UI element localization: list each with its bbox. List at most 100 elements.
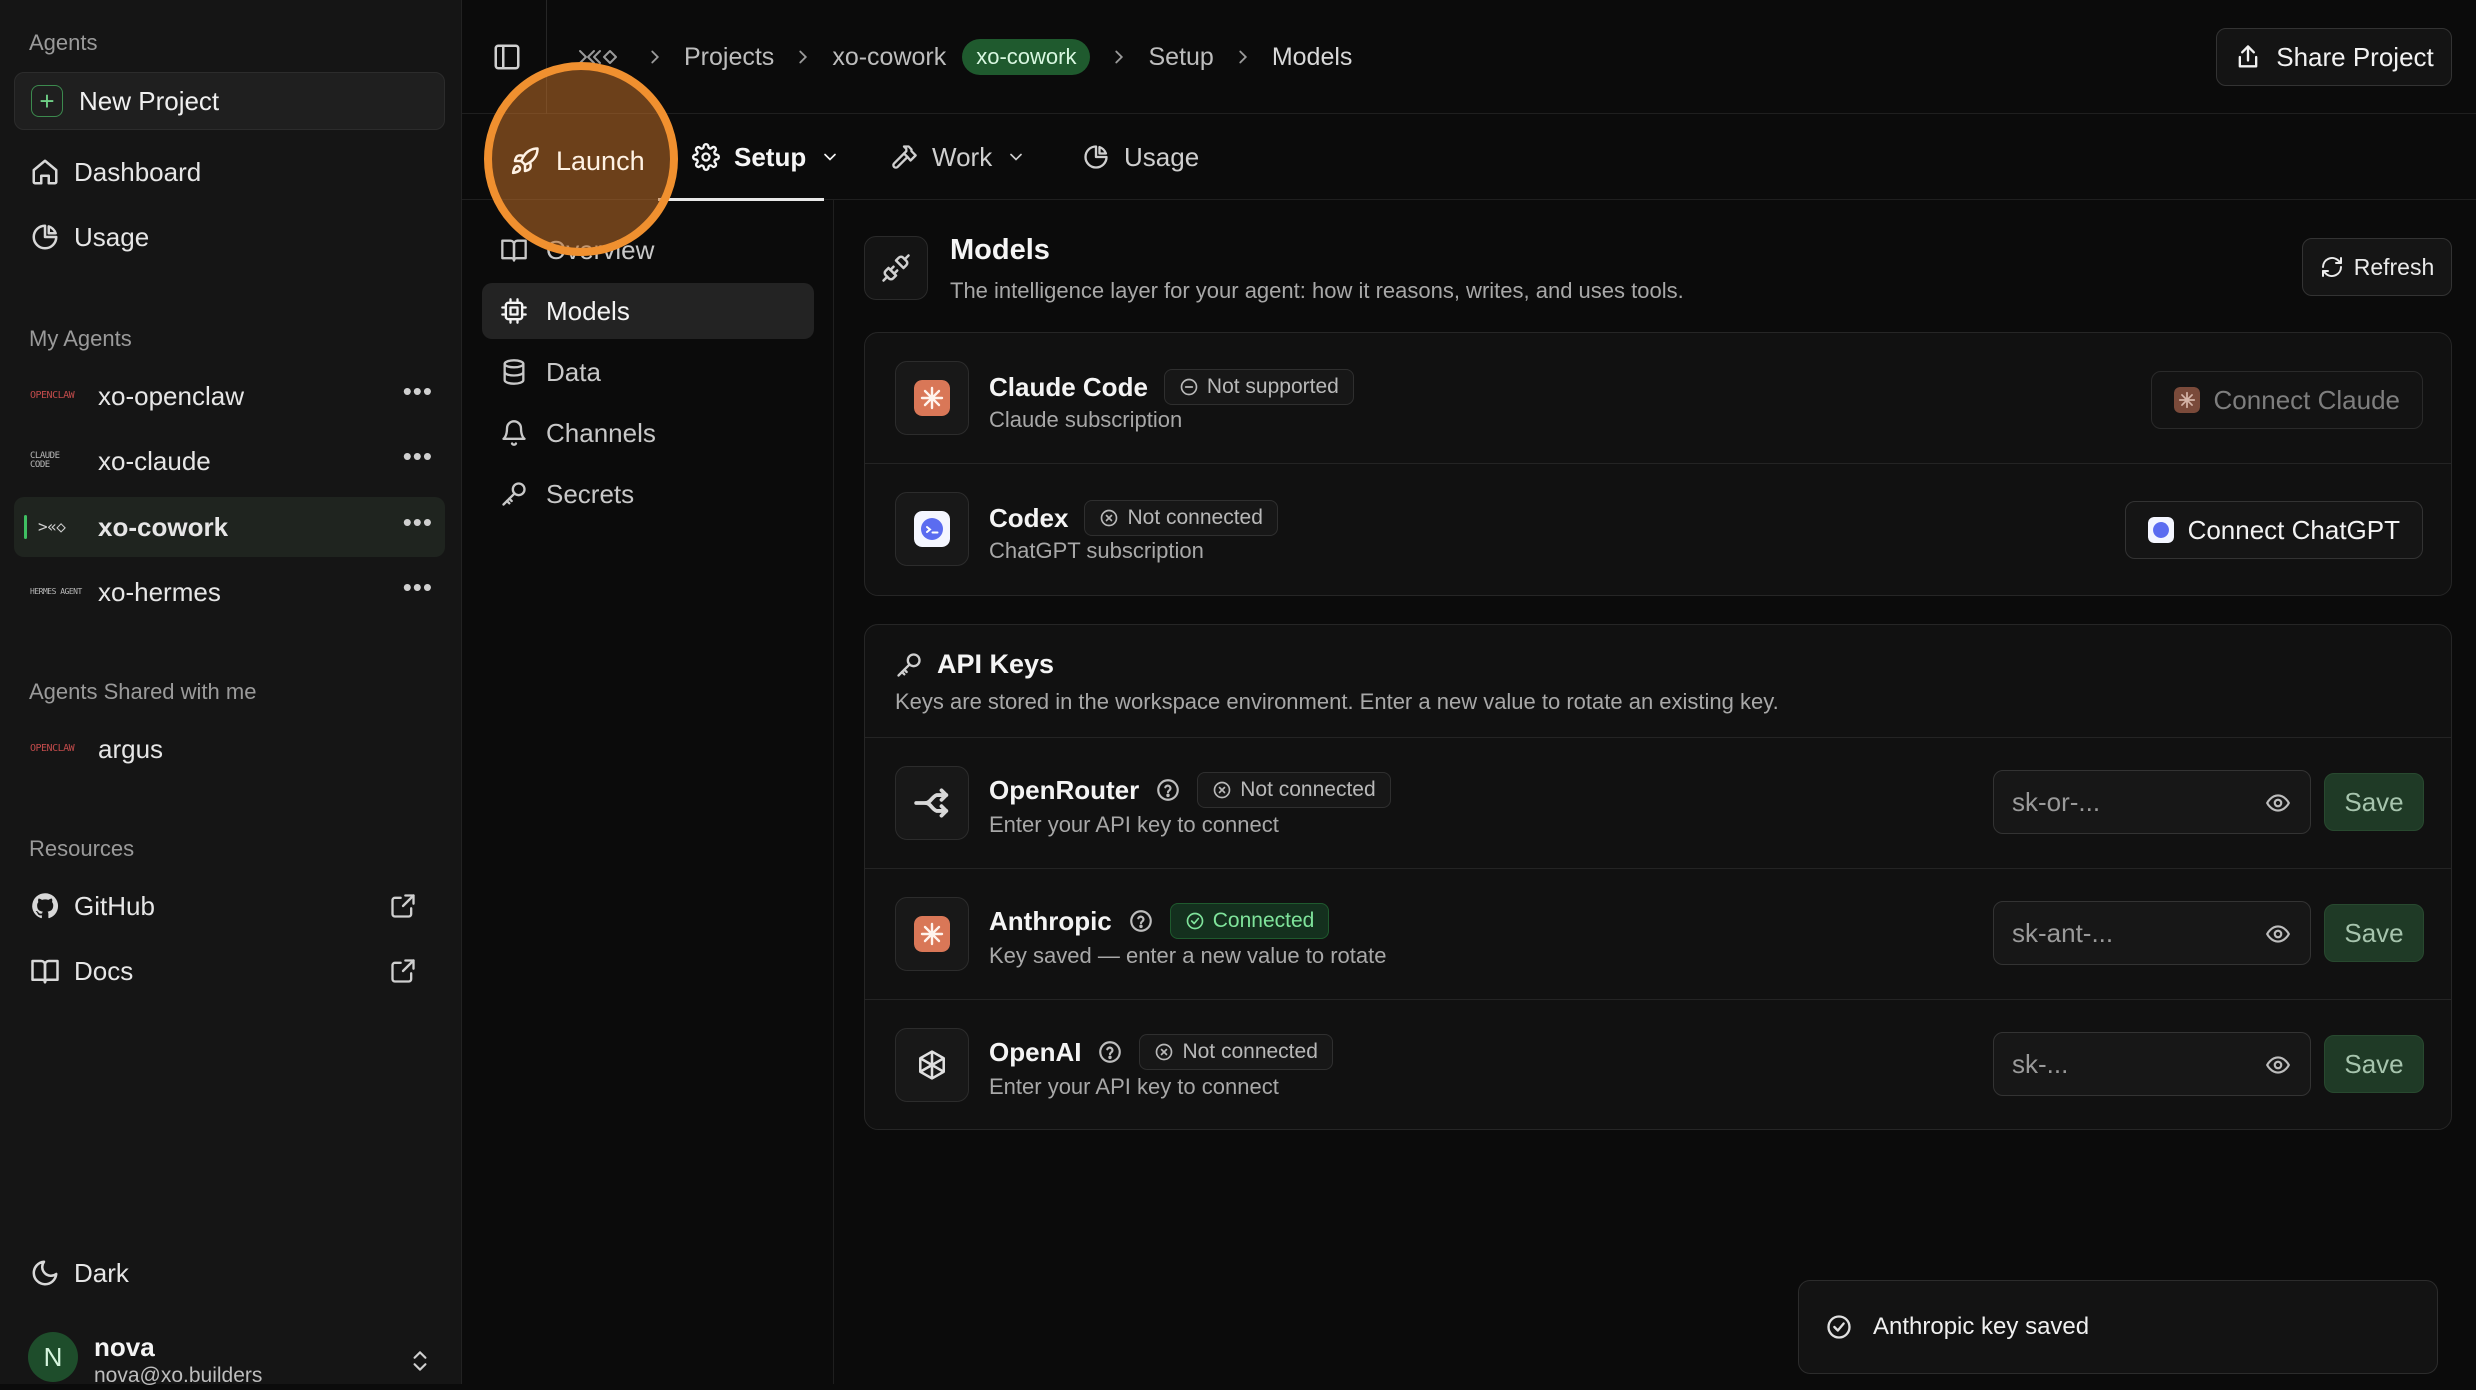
status-badge: Not connected (1197, 772, 1391, 808)
help-circle-icon[interactable] (1155, 777, 1181, 803)
eye-icon[interactable] (2264, 921, 2292, 947)
more-icon[interactable]: ••• (403, 443, 433, 468)
sidebar-item-label: Usage (74, 221, 150, 252)
pie-chart-icon (32, 224, 58, 250)
save-openrouter-button[interactable]: Save (2324, 773, 2424, 831)
tab-usage[interactable]: Usage (1082, 114, 1199, 200)
subnav-item-channels[interactable]: Channels (482, 405, 814, 461)
api-keys-title-row: API Keys (895, 649, 1054, 680)
help-circle-icon[interactable] (1128, 908, 1154, 934)
more-icon[interactable]: ••• (403, 509, 433, 534)
shared-agents-section-label: Agents Shared with me (29, 679, 257, 704)
eye-icon[interactable] (2264, 790, 2292, 816)
theme-toggle[interactable]: Dark (14, 1243, 445, 1303)
agent-item-argus[interactable]: OPENCLAW argus (14, 719, 445, 779)
share-project-button[interactable]: Share Project (2216, 28, 2452, 86)
breadcrumb-setup[interactable]: Setup (1148, 43, 1213, 72)
refresh-icon (2321, 257, 2342, 277)
tab-setup[interactable]: Setup (692, 114, 840, 200)
agent-item-xo-hermes[interactable]: HERMES AGENT xo-hermes ••• (14, 562, 445, 622)
sidebar-item-usage[interactable]: Usage (14, 207, 445, 267)
toast-message: Anthropic key saved (1873, 1313, 2090, 1340)
status-badge: Not connected (1084, 500, 1278, 536)
key-icon (502, 482, 526, 506)
sidebar-item-label: Dashboard (74, 156, 202, 187)
new-project-label: New Project (79, 85, 220, 116)
codex-cloud-icon (914, 511, 950, 547)
user-email: nova@xo.builders (94, 1364, 263, 1387)
subnav-item-models[interactable]: Models (482, 283, 814, 339)
provider-name: Claude Code (989, 371, 1148, 402)
breadcrumb-projects[interactable]: Projects (684, 43, 774, 72)
check-circle-icon (1186, 912, 1204, 930)
share-label: Share Project (2276, 41, 2434, 72)
cpu-icon (501, 298, 527, 324)
input-placeholder: sk-ant-... (2012, 917, 2114, 948)
tab-work[interactable]: Work (890, 114, 1026, 200)
help-circle-icon[interactable] (1097, 1039, 1123, 1065)
save-anthropic-button[interactable]: Save (2324, 904, 2424, 962)
subnav-item-data[interactable]: Data (482, 344, 814, 400)
openrouter-key-input[interactable]: sk-or-... (1993, 770, 2311, 834)
agent-name: xo-openclaw (98, 380, 244, 411)
github-icon (32, 893, 59, 919)
subnav-label: Secrets (546, 478, 635, 509)
chevron-right-icon (1239, 50, 1247, 64)
bell-icon (502, 420, 526, 446)
chevron-up-down-icon (413, 1351, 427, 1371)
connect-claude-button[interactable]: Connect Claude (2150, 371, 2423, 429)
chevron-down-icon (1010, 153, 1023, 161)
tab-label: Usage (1124, 141, 1200, 172)
openai-key-input[interactable]: sk-... (1993, 1032, 2311, 1096)
openai-knot-icon (919, 1050, 945, 1080)
api-key-row-anthropic: Anthropic Connected Key saved — enter a … (865, 869, 2451, 999)
user-menu[interactable]: N nova nova@xo.builders (14, 1320, 445, 1390)
minus-circle-icon (1180, 378, 1198, 396)
tab-label: Launch (556, 145, 645, 176)
subnav-label: Models (546, 295, 630, 326)
claude-burst-icon (914, 380, 950, 416)
sidebar-item-dashboard[interactable]: Dashboard (14, 142, 445, 202)
more-icon[interactable]: ••• (403, 378, 433, 403)
api-keys-card: API Keys Keys are stored in the workspac… (864, 624, 2452, 1130)
pie-chart-icon (1084, 145, 1108, 169)
sidebar-toggle-icon[interactable] (492, 42, 522, 72)
openai-logo-icon (895, 1028, 969, 1102)
more-icon[interactable]: ••• (403, 574, 433, 599)
chevron-right-icon (651, 50, 660, 64)
anthropic-key-input[interactable]: sk-ant-... (1993, 901, 2311, 965)
x-circle-icon (1101, 509, 1118, 527)
new-project-button[interactable]: + New Project (14, 72, 445, 130)
avatar: N (28, 1332, 78, 1382)
eye-icon[interactable] (2264, 1052, 2292, 1078)
agent-item-xo-cowork[interactable]: >«◇ xo-cowork ••• (14, 497, 445, 557)
api-key-row-openai: OpenAI Not connected Enter your API key … (865, 1000, 2451, 1130)
provider-name: Anthropic (989, 905, 1112, 936)
connect-chatgpt-button[interactable]: Connect ChatGPT (2124, 501, 2423, 559)
save-openai-button[interactable]: Save (2324, 1035, 2424, 1093)
subscription-row-codex: Codex Not connected ChatGPT subscription… (865, 464, 2451, 596)
breadcrumb-project[interactable]: xo-cowork (832, 43, 946, 72)
tab-launch[interactable]: Launch (510, 136, 645, 186)
resource-item-docs[interactable]: Docs (14, 941, 445, 1001)
provider-name-row: OpenRouter Not connected (989, 772, 1391, 808)
codex-logo-icon (895, 492, 969, 566)
provider-subtitle: Key saved — enter a new value to rotate (989, 943, 1387, 968)
agent-item-xo-openclaw[interactable]: OPENCLAW xo-openclaw ••• (14, 366, 445, 426)
subnav-item-secrets[interactable]: Secrets (482, 466, 814, 522)
status-text: Not connected (1127, 506, 1263, 529)
plus-icon: + (31, 85, 63, 117)
api-keys-subtitle: Keys are stored in the workspace environ… (895, 689, 1779, 714)
book-icon (31, 959, 59, 984)
input-placeholder: sk-or-... (2012, 786, 2101, 817)
key-icon (897, 652, 921, 677)
openrouter-arrows-icon (914, 788, 949, 818)
agent-name: xo-hermes (98, 576, 221, 607)
agent-item-xo-claude[interactable]: CLAUDE CODE xo-claude ••• (14, 431, 445, 491)
provider-name-row: Claude Code Not supported (989, 369, 1354, 405)
provider-name: Codex (989, 502, 1069, 533)
refresh-button[interactable]: Refresh (2302, 238, 2452, 296)
active-indicator (24, 515, 27, 539)
resource-item-github[interactable]: GitHub (14, 876, 445, 936)
resources-section-label: Resources (29, 836, 135, 861)
